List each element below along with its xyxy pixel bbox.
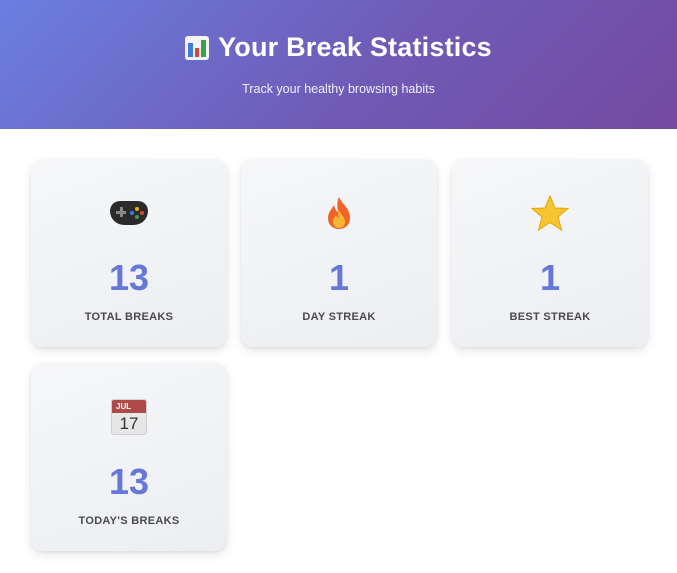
stat-card-best-streak: 1 BEST STREAK bbox=[452, 159, 648, 347]
star-icon bbox=[452, 195, 648, 231]
stats-header: Your Break Statistics Track your healthy… bbox=[0, 0, 677, 129]
page-subtitle: Track your healthy browsing habits bbox=[242, 82, 435, 96]
bar-chart-icon bbox=[185, 35, 210, 60]
stat-card-total-breaks: 13 TOTAL BREAKS bbox=[31, 159, 227, 347]
stat-value: 13 bbox=[108, 257, 150, 298]
stat-card-day-streak: 1 DAY STREAK bbox=[241, 159, 437, 347]
calendar-day: 17 bbox=[119, 414, 139, 433]
stat-card-todays-breaks: JUL 17 13 TODAY'S BREAKS bbox=[31, 363, 227, 551]
stat-label: BEST STREAK bbox=[509, 311, 591, 323]
stat-value: 1 bbox=[328, 257, 350, 298]
fire-icon bbox=[241, 195, 437, 231]
gamepad-icon bbox=[31, 195, 227, 231]
stat-label: DAY STREAK bbox=[302, 311, 376, 323]
stat-value: 13 bbox=[108, 461, 150, 502]
page-title-text: Your Break Statistics bbox=[218, 32, 492, 62]
page-title: Your Break Statistics bbox=[0, 32, 677, 63]
stat-value: 1 bbox=[539, 257, 561, 298]
calendar-icon: JUL 17 bbox=[31, 399, 227, 435]
stat-label: TODAY'S BREAKS bbox=[78, 515, 180, 527]
calendar-month: JUL bbox=[112, 400, 146, 413]
stat-label: TOTAL BREAKS bbox=[84, 311, 174, 323]
